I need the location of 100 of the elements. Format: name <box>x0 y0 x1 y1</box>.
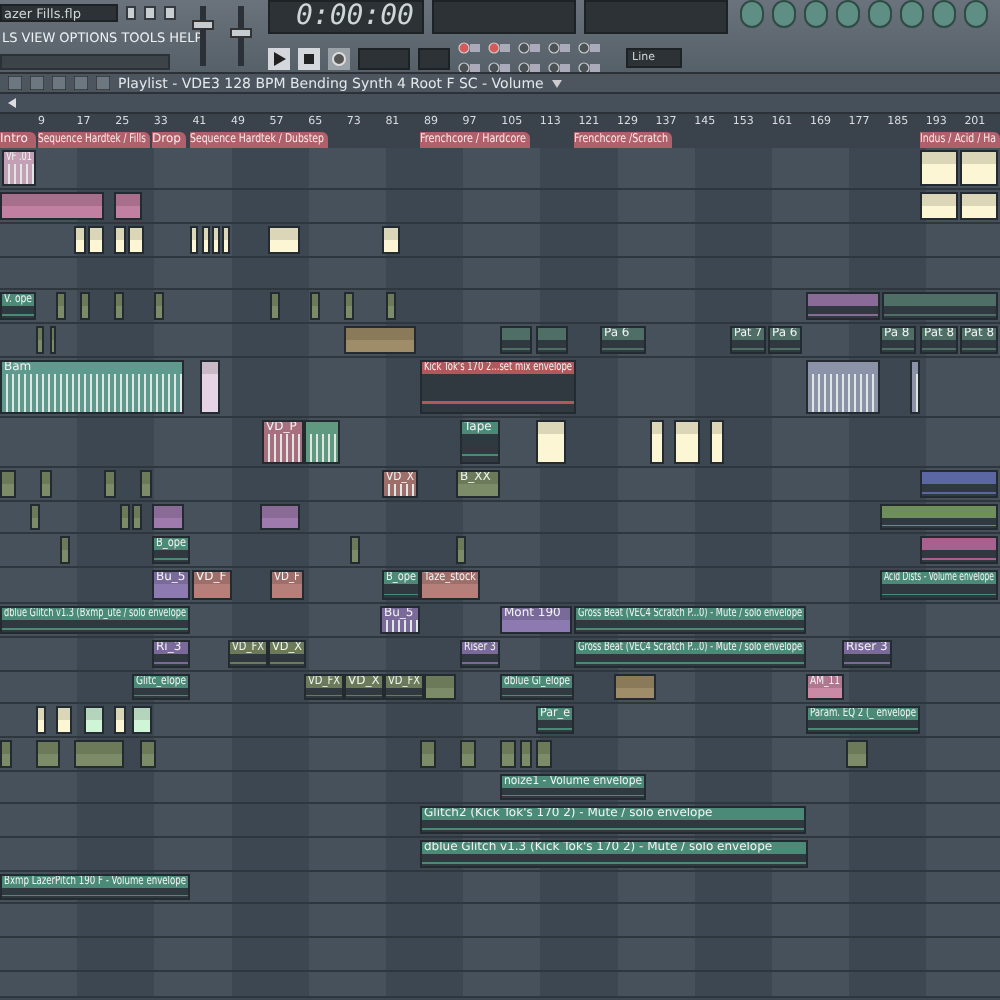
pattern-clip[interactable] <box>152 504 184 530</box>
pattern-clip[interactable] <box>0 192 104 220</box>
clip-title-bar[interactable] <box>884 294 996 306</box>
pattern-clip[interactable] <box>154 292 164 320</box>
pattern-clip[interactable] <box>344 326 416 354</box>
pattern-clip[interactable] <box>140 740 156 768</box>
toggle-icon[interactable] <box>548 62 570 72</box>
clip-title-bar[interactable] <box>42 472 50 484</box>
clip-title-bar[interactable] <box>156 294 162 306</box>
pattern-clip[interactable] <box>960 150 998 186</box>
clip-title-bar[interactable] <box>962 152 996 164</box>
clip-title-bar[interactable] <box>58 294 64 306</box>
clip-title-bar[interactable] <box>808 294 878 306</box>
pattern-clip[interactable] <box>0 740 12 768</box>
pattern-clip[interactable] <box>56 706 72 734</box>
clip-title-bar[interactable] <box>352 538 358 550</box>
clip-title-bar[interactable] <box>306 422 338 434</box>
pattern-clip[interactable] <box>456 536 466 564</box>
pattern-clip[interactable] <box>382 226 400 254</box>
toggle-icon[interactable] <box>488 62 510 72</box>
clip-title-bar[interactable] <box>154 506 182 518</box>
pattern-clip[interactable] <box>920 150 958 186</box>
play-icon[interactable] <box>268 47 290 69</box>
toggle-icon[interactable] <box>518 62 540 72</box>
automation-clip[interactable] <box>536 326 568 354</box>
stop-icon[interactable] <box>298 47 320 69</box>
toggle-icon[interactable] <box>578 62 600 72</box>
clip-title-bar[interactable] <box>502 742 514 754</box>
pattern-clip[interactable] <box>424 674 456 700</box>
pattern-clip[interactable] <box>268 226 300 254</box>
pattern-clip[interactable] <box>74 740 124 768</box>
clip-title-bar[interactable] <box>652 422 662 434</box>
pattern-clip[interactable] <box>520 740 532 768</box>
clip-title-bar[interactable] <box>58 708 70 720</box>
pattern-clip[interactable] <box>114 192 142 220</box>
pattern-clip[interactable] <box>88 226 104 254</box>
clip-title-bar[interactable] <box>922 472 996 484</box>
record-icon[interactable] <box>328 47 350 69</box>
audio-clip[interactable] <box>304 420 340 464</box>
slider-thumb[interactable] <box>230 28 252 39</box>
automation-clip[interactable] <box>880 504 998 530</box>
pattern-clip[interactable] <box>140 470 152 498</box>
clip-title-bar[interactable] <box>262 506 298 518</box>
clip-title-bar[interactable] <box>116 228 124 240</box>
automation-clip[interactable] <box>806 292 880 320</box>
clip-title-bar[interactable] <box>90 228 102 240</box>
pattern-clip[interactable] <box>614 674 656 700</box>
pattern-clip[interactable] <box>202 226 210 254</box>
clip-title-bar[interactable] <box>346 328 414 340</box>
pattern-clip[interactable] <box>350 536 360 564</box>
clip-title-bar[interactable] <box>134 708 150 720</box>
clip-title-bar[interactable] <box>32 506 38 518</box>
pattern-clip[interactable] <box>60 536 70 564</box>
audio-clip[interactable] <box>806 360 880 414</box>
clip-title-bar[interactable] <box>458 538 464 550</box>
clip-title-bar[interactable] <box>922 152 956 164</box>
pattern-clip[interactable] <box>0 470 16 498</box>
pattern-clip[interactable] <box>222 226 230 254</box>
pattern-clip[interactable] <box>120 504 130 530</box>
pattern-clip[interactable] <box>56 292 66 320</box>
scroll-left-icon[interactable] <box>8 98 16 108</box>
pattern-clip[interactable] <box>500 740 516 768</box>
clip-title-bar[interactable] <box>422 742 434 754</box>
toggle-icon[interactable] <box>488 42 510 54</box>
pattern-clip[interactable] <box>846 740 868 768</box>
toolbar-icon[interactable] <box>931 0 956 28</box>
clip-title-bar[interactable] <box>502 328 530 340</box>
pattern-clip[interactable] <box>386 292 396 320</box>
caret-icon[interactable] <box>551 79 562 87</box>
clip-title-bar[interactable] <box>882 506 996 518</box>
pattern-clip[interactable] <box>132 706 152 734</box>
clip-title-bar[interactable] <box>142 472 150 484</box>
pattern-clip[interactable] <box>80 292 90 320</box>
pattern-clip[interactable] <box>114 292 124 320</box>
toolbar-icon[interactable] <box>899 0 924 28</box>
pattern-clip[interactable] <box>132 504 142 530</box>
pattern-clip[interactable] <box>420 740 436 768</box>
pattern-clip[interactable] <box>536 740 552 768</box>
clip-title-bar[interactable] <box>346 294 352 306</box>
pattern-clip[interactable] <box>40 470 52 498</box>
clip-title-bar[interactable] <box>86 708 102 720</box>
clip-title-bar[interactable] <box>134 506 140 518</box>
automation-clip[interactable] <box>920 470 998 498</box>
pattern-clip[interactable] <box>114 226 126 254</box>
clip-title-bar[interactable] <box>82 294 88 306</box>
toolbar-icon[interactable] <box>835 0 860 28</box>
toolbar-icon[interactable] <box>867 0 892 28</box>
toolbar-icon[interactable] <box>963 0 988 28</box>
pattern-clip[interactable] <box>650 420 664 464</box>
clip-title-bar[interactable] <box>426 676 454 688</box>
clip-title-bar[interactable] <box>76 742 122 754</box>
clip-title-bar[interactable] <box>922 538 996 550</box>
clip-title-bar[interactable] <box>676 422 698 434</box>
clip-title-bar[interactable] <box>312 294 318 306</box>
pattern-clip[interactable] <box>36 326 44 354</box>
audio-clip[interactable] <box>910 360 920 414</box>
clip-title-bar[interactable] <box>922 194 956 206</box>
pattern-clip[interactable] <box>460 740 476 768</box>
clip-title-bar[interactable] <box>616 676 654 688</box>
clip-title-bar[interactable] <box>76 228 84 240</box>
